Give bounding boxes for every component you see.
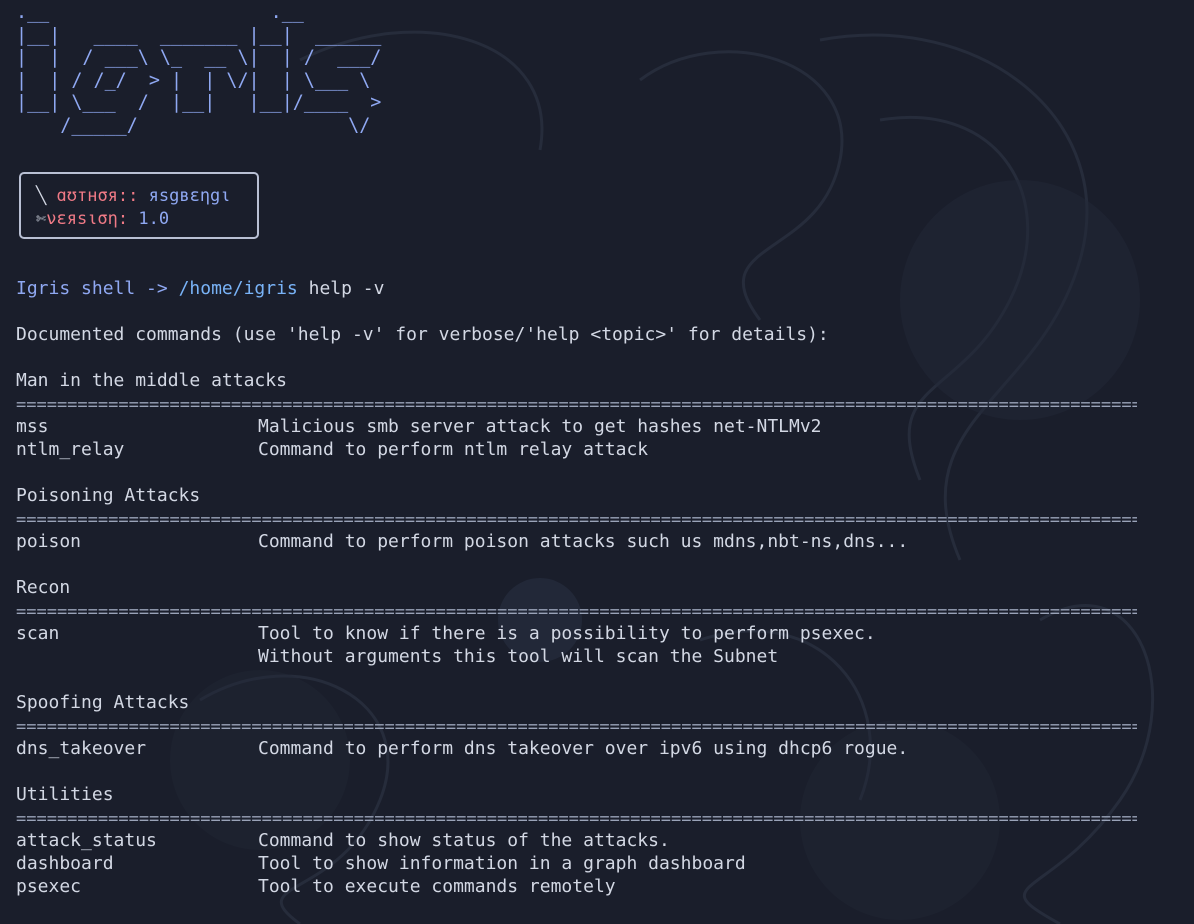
version-value: 1.0 (138, 209, 170, 229)
scissors-icon: ✄ (36, 209, 47, 229)
command-description: Command to perform poison attacks such u… (258, 531, 909, 552)
ascii-logo-line: |__| ____ _______ |__| ______ (16, 24, 382, 46)
shell-command-text: help -v (297, 278, 385, 299)
version-label: νεяѕιση: (46, 209, 129, 229)
author-row: ╲ ɑʊтнσя:: яѕgвεηgι (36, 185, 257, 208)
command-description: Tool to show information in a graph dash… (258, 853, 746, 874)
category-title: Utilities (16, 784, 114, 805)
command-name-mss: mss (16, 416, 49, 437)
ascii-logo-line: |__| \___ / |__| |__|/____ > (16, 92, 382, 114)
shell-prompt-line[interactable]: Igris shell -> /home/igris help -v (16, 277, 384, 300)
shell-prompt-path: /home/igris (178, 278, 298, 299)
category-separator: ========================================… (16, 811, 1137, 827)
ascii-logo-line: /_____/ \/ (16, 114, 371, 136)
command-description: Tool to know if there is a possibility t… (258, 623, 876, 644)
command-name-ntlm_relay: ntlm_relay (16, 439, 125, 460)
command-description: Command to perform ntlm relay attack (258, 439, 649, 460)
category-title: Recon (16, 577, 71, 598)
command-description: Command to show status of the attacks. (258, 830, 670, 851)
ascii-logo-line: | | / ___\ \_ __ \| | / ___/ (16, 47, 382, 69)
command-name-attack_status: attack_status (16, 830, 157, 851)
command-name-psexec: psexec (16, 876, 82, 897)
category-title: Poisoning Attacks (16, 485, 201, 506)
command-description: Tool to execute commands remotely (258, 876, 616, 897)
command-name-poison: poison (16, 531, 82, 552)
category-separator: ========================================… (16, 397, 1137, 413)
category-separator: ========================================… (16, 719, 1137, 735)
igris-ascii-logo: .__ .__ |__| ____ _______ |__| ______ | … (16, 2, 381, 138)
category-separator: ========================================… (16, 604, 1137, 620)
command-name-scan: scan (16, 623, 60, 644)
author-version-box: ╲ ɑʊтнσя:: яѕgвεηgι ✄νεяѕιση: 1.0 (19, 172, 259, 239)
shell-prompt-name: Igris shell -> (16, 278, 179, 299)
command-description: Without arguments this tool will scan th… (258, 646, 779, 667)
command-description: Malicious smb server attack to get hashe… (258, 416, 822, 437)
ascii-logo-line: .__ .__ (16, 2, 304, 23)
author-label: ɑʊтнσя:: (56, 186, 139, 206)
category-title: Man in the middle attacks (16, 370, 287, 391)
command-description: Command to perform dns takeover over ipv… (258, 738, 909, 759)
category-title: Spoofing Attacks (16, 692, 190, 713)
command-name-dns_takeover: dns_takeover (16, 738, 147, 759)
documented-commands-header: Documented commands (use 'help -v' for v… (16, 324, 829, 345)
author-value: яѕgвεηgι (148, 186, 231, 206)
version-row: ✄νεяѕιση: 1.0 (36, 208, 257, 231)
command-name-dashboard: dashboard (16, 853, 114, 874)
category-separator: ========================================… (16, 512, 1137, 528)
wallpaper-background (0, 0, 1194, 924)
pen-icon: ╲ (36, 186, 47, 206)
ascii-logo-line: | | / /_/ > | | \/| | \___ \ (16, 69, 371, 91)
